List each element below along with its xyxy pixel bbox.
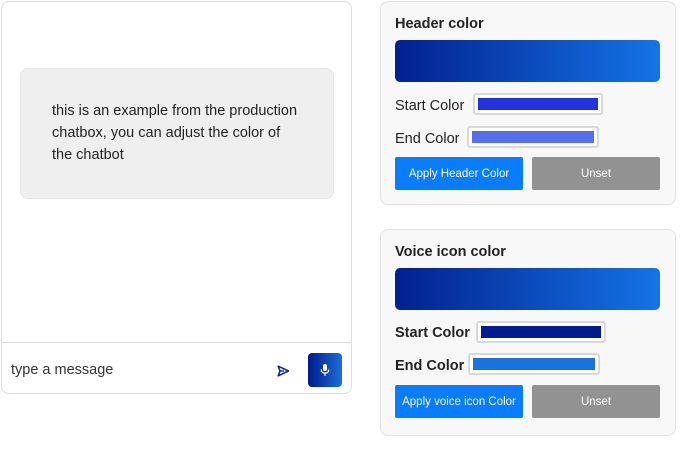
chat-message-input[interactable]	[6, 352, 256, 388]
voice-icon-color-title: Voice icon color	[395, 244, 506, 260]
chat-divider	[2, 342, 351, 343]
voice-end-color-picker[interactable]	[468, 353, 600, 375]
chatbot-preview-panel: this is an example from the production c…	[1, 1, 352, 394]
microphone-icon	[320, 364, 330, 376]
voice-button[interactable]	[308, 353, 342, 387]
voice-icon-color-card: Voice icon color Start Color End Color A…	[380, 229, 676, 436]
apply-header-color-button[interactable]: Apply Header Color	[395, 157, 523, 190]
header-end-color-label: End Color	[395, 131, 460, 147]
voice-end-color-swatch	[473, 358, 595, 370]
header-color-title: Header color	[395, 16, 484, 32]
header-start-color-swatch	[478, 98, 598, 110]
header-color-card: Header color Start Color End Color Apply…	[380, 1, 676, 205]
apply-voice-icon-color-button[interactable]: Apply voice icon Color	[395, 385, 523, 418]
header-start-color-label: Start Color	[395, 98, 465, 114]
voice-start-color-label: Start Color	[395, 325, 470, 341]
send-button[interactable]	[272, 360, 294, 382]
voice-icon-color-preview	[395, 268, 660, 310]
send-icon	[276, 365, 289, 377]
header-color-preview	[395, 40, 660, 82]
header-start-color-picker[interactable]	[473, 93, 603, 115]
voice-end-color-label: End Color	[395, 358, 465, 374]
header-end-color-picker[interactable]	[467, 126, 599, 148]
unset-header-color-button[interactable]: Unset	[532, 157, 660, 190]
chat-message-bubble: this is an example from the production c…	[20, 68, 334, 199]
voice-start-color-picker[interactable]	[476, 321, 606, 343]
header-end-color-swatch	[472, 131, 594, 143]
unset-voice-icon-color-button[interactable]: Unset	[532, 385, 660, 418]
voice-start-color-swatch	[481, 326, 601, 338]
